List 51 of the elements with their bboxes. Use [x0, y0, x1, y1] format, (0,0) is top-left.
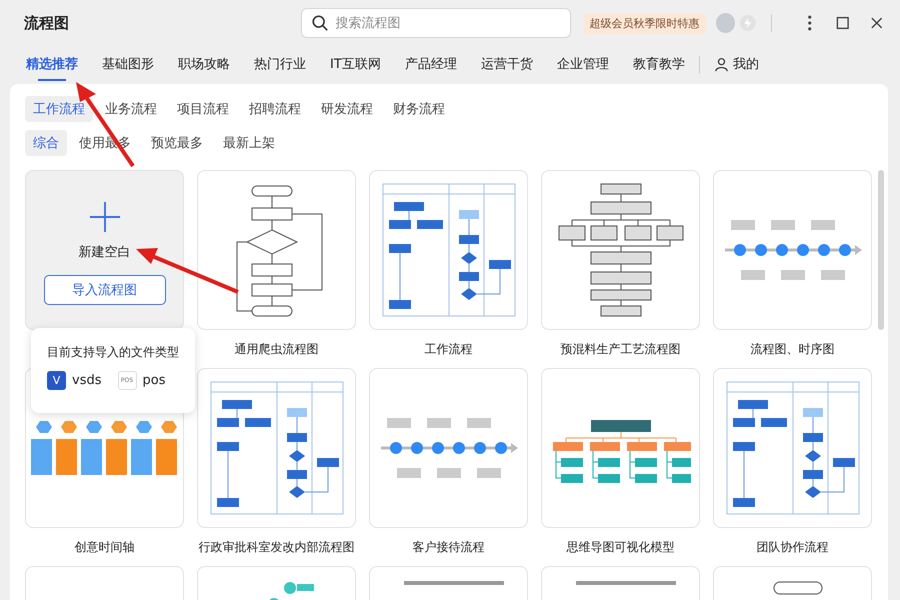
import-button[interactable]: 导入流程图	[44, 275, 166, 305]
nav-tab[interactable]: 教育教学	[620, 49, 697, 81]
template-title: 思维导图可视化模型	[566, 538, 676, 556]
scrollbar[interactable]	[878, 170, 884, 330]
sort-tab[interactable]: 预览最多	[143, 130, 211, 156]
new-blank-card[interactable]: 新建空白 导入流程图	[25, 170, 184, 330]
template-card[interactable]	[713, 170, 872, 330]
nav-tab[interactable]: 基础图形	[90, 49, 166, 81]
nav-tab[interactable]: 企业管理	[544, 49, 621, 81]
template-title: 工作流程	[424, 340, 474, 358]
template-title: 客户接待流程	[412, 538, 486, 556]
app-title: 流程图	[24, 14, 70, 32]
category-tab[interactable]: 工作流程	[25, 96, 93, 122]
category-tab[interactable]: 研发流程	[313, 96, 381, 122]
person-icon	[714, 56, 729, 72]
sort-tab[interactable]: 最新上架	[215, 130, 283, 156]
template-title: 团队协作流程	[756, 538, 830, 556]
search-field[interactable]: 搜索流程图	[300, 8, 571, 38]
file-type-icon: V	[47, 371, 66, 390]
file-type-label: pos	[142, 373, 166, 388]
template-card[interactable]	[369, 368, 528, 528]
sort-tab[interactable]: 综合	[25, 130, 67, 156]
template-card[interactable]	[541, 368, 700, 528]
template-card[interactable]	[541, 170, 700, 330]
template-title: 创意时间轴	[74, 538, 136, 556]
nav-tab[interactable]: 职场攻略	[166, 49, 242, 81]
nav-tab[interactable]: 运营干货	[468, 49, 545, 81]
template-title: 流程图、时序图	[750, 340, 836, 358]
file-type-label: vsds	[72, 373, 102, 388]
template-title: 预混料生产工艺流程图	[560, 340, 682, 358]
template-card[interactable]	[197, 368, 356, 528]
category-tab[interactable]: 项目流程	[169, 96, 237, 122]
template-card[interactable]	[713, 368, 872, 528]
new-blank-label: 新建空白	[78, 244, 130, 261]
rounded-box-thumbnail	[772, 581, 822, 595]
template-title: 行政审批科室发改内部流程图	[198, 538, 356, 556]
category-tab[interactable]: 财务流程	[385, 96, 453, 122]
plus-icon	[88, 201, 120, 233]
nav-tab[interactable]: 热门行业	[242, 49, 318, 81]
profile-tab[interactable]: 我的	[702, 49, 771, 81]
nav-tab[interactable]: 产品经理	[392, 49, 469, 81]
template-card[interactable]	[369, 170, 528, 330]
search-icon	[310, 14, 329, 32]
template-title: 通用爬虫流程图	[234, 340, 320, 358]
nav-tab[interactable]: 精选推荐	[14, 49, 90, 81]
template-card[interactable]	[197, 170, 356, 330]
popover-title: 目前支持导入的文件类型	[47, 344, 180, 361]
category-tab[interactable]: 招聘流程	[241, 96, 309, 122]
category-tab[interactable]: 业务流程	[97, 96, 165, 122]
nav-tab[interactable]: IT互联网	[318, 49, 393, 81]
promo-badge[interactable]: 超级会员秋季限时特惠	[584, 12, 706, 34]
